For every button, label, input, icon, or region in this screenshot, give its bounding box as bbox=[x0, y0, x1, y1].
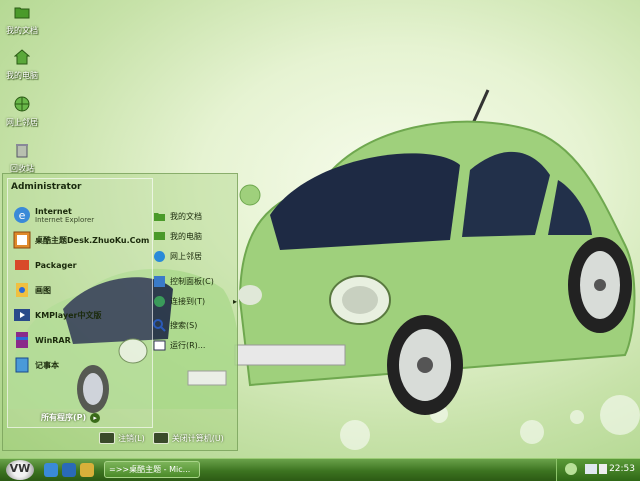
submenu-arrow-icon: ▸ bbox=[232, 296, 237, 306]
taskbar: VW =>>桌酷主题 - Mic... 22:53 bbox=[0, 458, 640, 481]
taskbar-window-title: =>>桌酷主题 - Mic... bbox=[109, 465, 191, 474]
start-menu-right-control-panel[interactable]: 控制面板(C) bbox=[153, 273, 214, 289]
desktop-icon-label: 网上邻居 bbox=[6, 118, 38, 127]
tray-network-icon[interactable] bbox=[585, 464, 597, 474]
tray-volume-icon[interactable] bbox=[599, 464, 607, 474]
theme-icon bbox=[13, 231, 31, 249]
start-menu-item-notepad[interactable]: 记事本 bbox=[13, 354, 59, 376]
system-tray: 22:53 bbox=[556, 459, 640, 481]
desktop-wallpaper: 我的文档 我的电脑 网上邻居 回收站 Administrator e Inter… bbox=[0, 0, 640, 458]
svg-text:e: e bbox=[19, 209, 26, 222]
clock: 22:53 bbox=[609, 464, 635, 474]
vw-logo-icon: VW bbox=[9, 462, 31, 475]
item-title: Packager bbox=[35, 260, 77, 270]
folder-icon bbox=[14, 7, 30, 19]
run-icon bbox=[153, 340, 166, 350]
tray-expand-icon[interactable] bbox=[565, 463, 577, 475]
all-programs-label: 所有程序(P) bbox=[41, 413, 87, 422]
start-menu-item-packager[interactable]: Packager bbox=[13, 254, 77, 276]
kmplayer-icon bbox=[14, 309, 30, 321]
logoff-button[interactable]: 注销(L) bbox=[99, 432, 145, 444]
item-label: 运行(R)... bbox=[170, 340, 206, 350]
start-menu-bottom-bar: 注销(L) 关闭计算机(U) bbox=[99, 432, 224, 444]
start-menu-right-network[interactable]: 网上邻居 bbox=[153, 248, 202, 264]
start-menu-item-zhuoku-theme[interactable]: 桌酷主题Desk.ZhuoKu.Com bbox=[13, 229, 149, 251]
item-label: 搜索(S) bbox=[170, 320, 198, 330]
item-label: 控制面板(C) bbox=[170, 276, 214, 286]
search-icon bbox=[153, 318, 166, 332]
desktop-icon-network[interactable]: 网上邻居 bbox=[0, 96, 44, 128]
item-label: 连接到(T) bbox=[170, 296, 206, 306]
bokeh bbox=[520, 420, 544, 444]
notepad-icon bbox=[15, 357, 29, 373]
item-title: 桌酷主题Desk.ZhuoKu.Com bbox=[35, 235, 150, 245]
connect-icon bbox=[154, 295, 165, 307]
desktop-icon-label: 我的电脑 bbox=[6, 71, 38, 80]
quicklaunch-ie-icon[interactable] bbox=[44, 463, 58, 477]
start-menu-right-run[interactable]: 运行(R)... bbox=[153, 337, 205, 353]
item-title: KMPlayer中文版 bbox=[35, 310, 102, 320]
control-panel-icon bbox=[154, 275, 165, 287]
item-label: 网上邻居 bbox=[170, 251, 202, 261]
winrar-icon bbox=[16, 332, 28, 348]
start-menu-right-search[interactable]: 搜索(S) bbox=[153, 317, 197, 333]
beetle-car-illustration bbox=[234, 89, 636, 415]
start-menu-item-winrar[interactable]: WinRAR bbox=[13, 329, 71, 351]
item-title: 记事本 bbox=[35, 360, 59, 370]
item-label: 我的文档 bbox=[170, 211, 202, 221]
network-icon bbox=[154, 250, 165, 262]
start-menu-right-my-computer[interactable]: 我的电脑 bbox=[153, 228, 202, 244]
start-menu-item-internet[interactable]: e Internet Internet Explorer bbox=[13, 204, 94, 226]
computer-icon bbox=[13, 49, 31, 65]
desktop-icon-recycle-bin[interactable]: 回收站 bbox=[0, 142, 44, 174]
paint-icon bbox=[16, 283, 28, 297]
packager-icon bbox=[15, 260, 29, 270]
taskbar-window-button[interactable]: =>>桌酷主题 - Mic... bbox=[104, 461, 200, 478]
shutdown-label: 关闭计算机(U) bbox=[171, 433, 224, 443]
item-title: Internet bbox=[35, 206, 72, 216]
network-icon bbox=[14, 96, 30, 112]
start-menu-right-my-documents[interactable]: 我的文档 bbox=[153, 208, 202, 224]
start-menu: Administrator e Internet Internet Explore… bbox=[2, 173, 238, 451]
desktop-icon-my-documents[interactable]: 我的文档 bbox=[0, 4, 44, 36]
quicklaunch-desktop-icon[interactable] bbox=[80, 463, 94, 477]
item-subtitle: Internet Explorer bbox=[35, 215, 95, 224]
start-menu-item-paint[interactable]: 画图 bbox=[13, 279, 51, 301]
quicklaunch-media-icon[interactable] bbox=[62, 463, 76, 477]
shutdown-icon bbox=[152, 432, 169, 444]
start-button[interactable]: VW bbox=[6, 460, 34, 480]
ie-icon: e bbox=[14, 207, 30, 223]
computer-icon bbox=[154, 231, 165, 240]
bokeh bbox=[340, 420, 370, 450]
item-title: 画图 bbox=[35, 285, 51, 295]
logoff-icon bbox=[99, 432, 115, 444]
all-programs-button[interactable]: 所有程序(P) ▸ bbox=[41, 412, 101, 423]
arrow-right-icon: ▸ bbox=[90, 412, 101, 423]
desktop-icon-label: 我的文档 bbox=[6, 26, 38, 35]
folder-icon bbox=[154, 212, 165, 221]
logoff-label: 注销(L) bbox=[118, 433, 145, 443]
shutdown-button[interactable]: 关闭计算机(U) bbox=[152, 432, 224, 444]
desktop-icon-my-computer[interactable]: 我的电脑 bbox=[0, 49, 44, 81]
start-menu-username: Administrator bbox=[11, 182, 82, 192]
item-title: WinRAR bbox=[35, 335, 71, 345]
start-menu-right-connect-to[interactable]: 连接到(T) ▸ bbox=[153, 293, 237, 309]
item-label: 我的电脑 bbox=[170, 231, 202, 241]
recycle-bin-icon bbox=[16, 144, 28, 158]
start-menu-item-kmplayer[interactable]: KMPlayer中文版 bbox=[13, 304, 102, 326]
